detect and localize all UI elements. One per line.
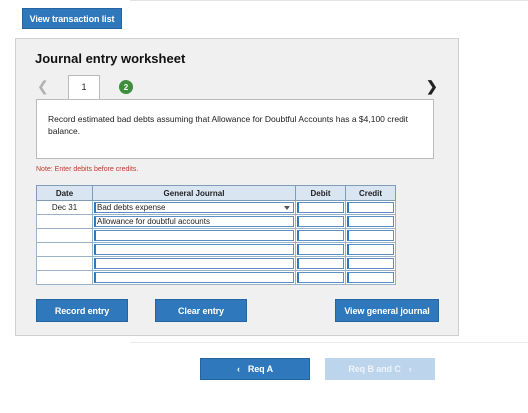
credit-input[interactable] bbox=[347, 244, 394, 255]
credit-input[interactable] bbox=[347, 230, 394, 241]
account-select[interactable]: Allowance for doubtful accounts bbox=[94, 216, 294, 227]
debit-input[interactable] bbox=[297, 202, 344, 213]
debit-input[interactable] bbox=[297, 216, 344, 227]
table-row bbox=[36, 228, 396, 243]
debit-cell bbox=[295, 270, 346, 285]
header-date: Date bbox=[36, 185, 93, 201]
date-cell: Dec 31 bbox=[36, 200, 93, 215]
tab-1-label: 1 bbox=[81, 82, 87, 92]
tab-1[interactable]: 1 bbox=[68, 75, 100, 100]
table-row: Dec 31 Bad debts expense bbox=[36, 200, 396, 215]
header-debit: Debit bbox=[295, 185, 346, 201]
credit-cell bbox=[345, 270, 396, 285]
entry-description-text: Record estimated bad debts assuming that… bbox=[48, 114, 409, 136]
credit-cell bbox=[345, 200, 396, 215]
credit-input[interactable] bbox=[347, 216, 394, 227]
date-cell bbox=[36, 214, 93, 229]
account-select[interactable] bbox=[94, 230, 294, 241]
date-cell bbox=[36, 270, 93, 285]
entry-description: Record estimated bad debts assuming that… bbox=[36, 99, 434, 159]
journal-table-header: Date General Journal Debit Credit bbox=[36, 185, 396, 201]
debit-input[interactable] bbox=[297, 230, 344, 241]
debit-input[interactable] bbox=[297, 244, 344, 255]
account-cell: Bad debts expense bbox=[92, 200, 296, 215]
account-select[interactable] bbox=[94, 272, 294, 283]
debit-cell bbox=[295, 242, 346, 257]
debit-cell bbox=[295, 200, 346, 215]
account-value: Bad debts expense bbox=[97, 203, 166, 212]
tab-2[interactable]: 2 bbox=[119, 80, 133, 94]
worksheet-title: Journal entry worksheet bbox=[35, 51, 186, 66]
credit-cell bbox=[345, 228, 396, 243]
debit-cell bbox=[295, 256, 346, 271]
view-transaction-list-button[interactable]: View transaction list bbox=[22, 8, 122, 29]
debit-input[interactable] bbox=[297, 258, 344, 269]
header-credit: Credit bbox=[345, 185, 396, 201]
account-cell bbox=[92, 228, 296, 243]
header-general-journal: General Journal bbox=[92, 185, 296, 201]
account-cell bbox=[92, 256, 296, 271]
account-select[interactable] bbox=[94, 244, 294, 255]
account-select[interactable]: Bad debts expense bbox=[94, 202, 294, 213]
debit-cell bbox=[295, 214, 346, 229]
credit-input[interactable] bbox=[347, 258, 394, 269]
date-cell bbox=[36, 256, 93, 271]
account-cell bbox=[92, 270, 296, 285]
top-divider bbox=[130, 0, 528, 1]
prev-requirement-label: Req A bbox=[247, 364, 274, 374]
journal-table: Date General Journal Debit Credit Dec 31… bbox=[36, 185, 396, 285]
footer-divider bbox=[130, 342, 528, 343]
chevron-left-icon[interactable]: ❮ bbox=[37, 78, 49, 95]
table-row bbox=[36, 270, 396, 285]
chevron-right-icon[interactable]: ❯ bbox=[426, 78, 438, 95]
credit-cell bbox=[345, 256, 396, 271]
view-general-journal-button[interactable]: View general journal bbox=[335, 299, 439, 322]
chevron-right-icon: › bbox=[408, 364, 412, 374]
note-text: Note: Enter debits before credits. bbox=[36, 166, 139, 173]
table-row bbox=[36, 242, 396, 257]
next-requirement-button[interactable]: Req B and C › bbox=[325, 358, 435, 380]
debit-cell bbox=[295, 228, 346, 243]
account-select[interactable] bbox=[94, 258, 294, 269]
credit-input[interactable] bbox=[347, 272, 394, 283]
table-row: Allowance for doubtful accounts bbox=[36, 214, 396, 229]
date-cell bbox=[36, 242, 93, 257]
dropdown-arrow-icon[interactable] bbox=[284, 206, 290, 210]
account-cell bbox=[92, 242, 296, 257]
next-requirement-label: Req B and C bbox=[348, 364, 401, 374]
account-cell: Allowance for doubtful accounts bbox=[92, 214, 296, 229]
record-entry-button[interactable]: Record entry bbox=[36, 299, 128, 322]
table-row bbox=[36, 256, 396, 271]
journal-entry-worksheet: Journal entry worksheet ❮ 1 2 ❯ Record e… bbox=[15, 38, 459, 336]
debit-input[interactable] bbox=[297, 272, 344, 283]
chevron-left-icon: ‹ bbox=[236, 364, 240, 374]
credit-cell bbox=[345, 242, 396, 257]
tab-2-label: 2 bbox=[123, 82, 129, 92]
credit-cell bbox=[345, 214, 396, 229]
date-cell bbox=[36, 228, 93, 243]
prev-requirement-button[interactable]: ‹ Req A bbox=[200, 358, 310, 380]
account-value: Allowance for doubtful accounts bbox=[97, 217, 210, 226]
clear-entry-button[interactable]: Clear entry bbox=[155, 299, 247, 322]
credit-input[interactable] bbox=[347, 202, 394, 213]
